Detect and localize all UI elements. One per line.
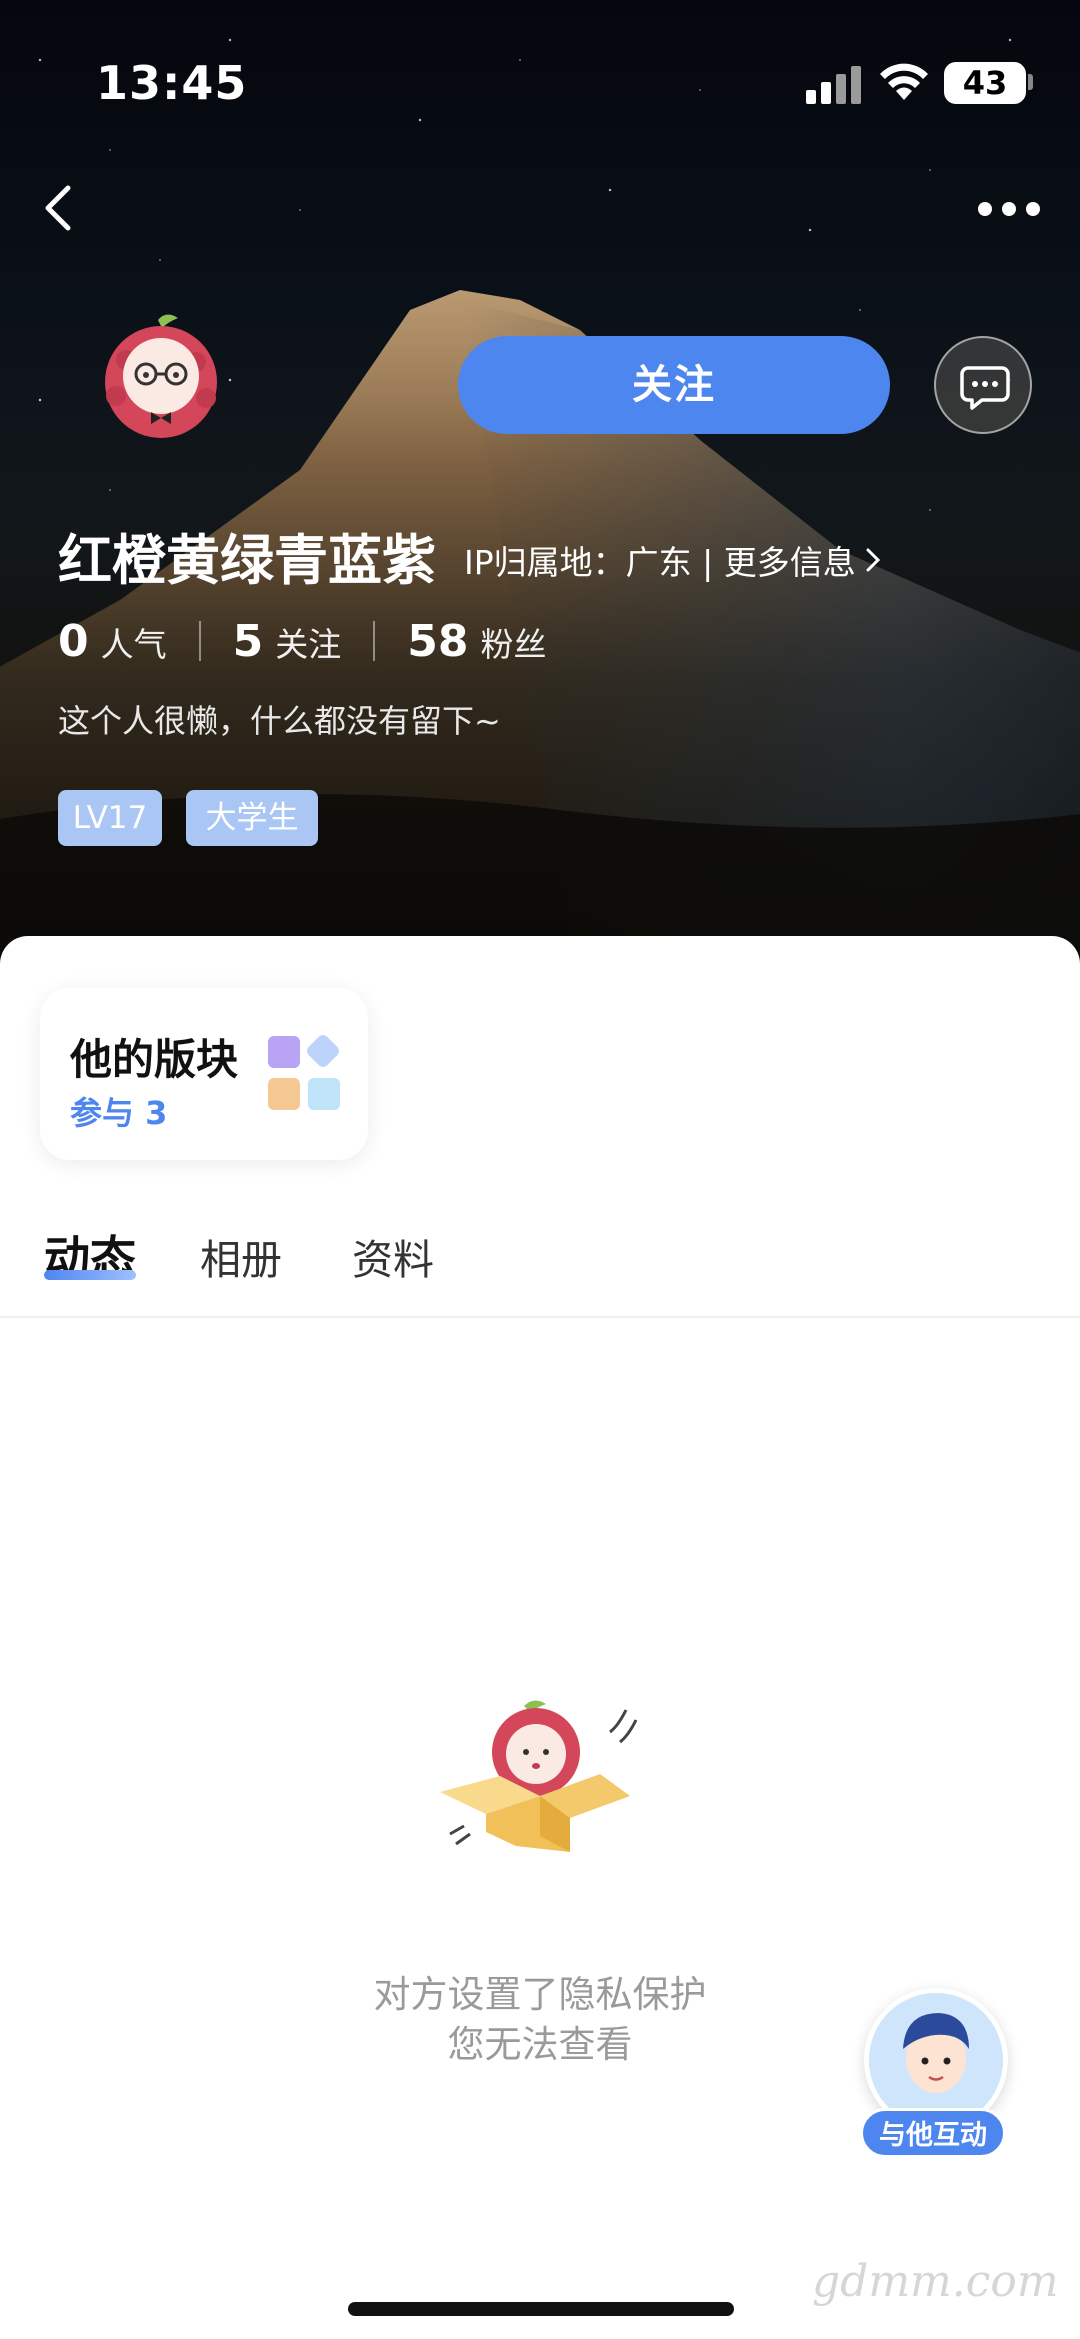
board-card-count: 参与 3 bbox=[70, 1094, 168, 1132]
cellular-signal-icon bbox=[806, 64, 862, 104]
empty-box-mascot-illustration bbox=[440, 1700, 638, 1852]
tab-profile-info[interactable]: 资料 bbox=[352, 1226, 434, 1286]
watermark: gdmm.com bbox=[812, 2256, 1059, 2307]
battery-icon: 43 bbox=[944, 62, 1026, 104]
his-boards-card[interactable]: 他的版块 参与 3 bbox=[40, 988, 368, 1160]
interact-with-him-button[interactable]: 与他互动 bbox=[860, 2108, 1006, 2158]
username: 红橙黄绿青蓝紫 bbox=[58, 529, 436, 592]
boards-grid-icon bbox=[268, 1032, 344, 1112]
status-time: 13:45 bbox=[96, 56, 248, 110]
user-bio: 这个人很懒，什么都没有留下~ bbox=[58, 702, 501, 740]
boy-avatar-icon bbox=[869, 1993, 1003, 2127]
message-button[interactable] bbox=[934, 336, 1032, 434]
ip-location-label: IP归属地：广东 | 更多信息 bbox=[464, 543, 856, 582]
user-avatar[interactable] bbox=[96, 312, 226, 442]
stat-followers[interactable]: 58 粉丝 bbox=[407, 616, 546, 667]
home-indicator[interactable] bbox=[348, 2302, 734, 2316]
chevron-right-icon bbox=[864, 543, 882, 582]
wifi-icon bbox=[880, 63, 928, 100]
ip-location-more-info[interactable]: IP归属地：广东 | 更多信息 bbox=[464, 536, 882, 584]
back-arrow-icon[interactable] bbox=[30, 178, 90, 238]
level-badge: LV17 bbox=[58, 790, 162, 846]
follow-button[interactable]: 关注 bbox=[458, 336, 890, 434]
stat-following[interactable]: 5 关注 bbox=[233, 616, 342, 667]
chat-bubble-icon bbox=[960, 366, 1010, 410]
stat-popularity[interactable]: 0 人气 bbox=[58, 616, 167, 667]
board-card-title: 他的版块 bbox=[70, 1035, 239, 1084]
identity-tag: 大学生 bbox=[186, 790, 318, 846]
more-options-icon[interactable] bbox=[974, 190, 1044, 226]
profile-cover-background bbox=[0, 0, 1080, 980]
active-tab-indicator bbox=[44, 1270, 136, 1280]
tab-album[interactable]: 相册 bbox=[200, 1226, 282, 1286]
profile-stats: 0 人气 5 关注 58 粉丝 bbox=[58, 616, 546, 667]
